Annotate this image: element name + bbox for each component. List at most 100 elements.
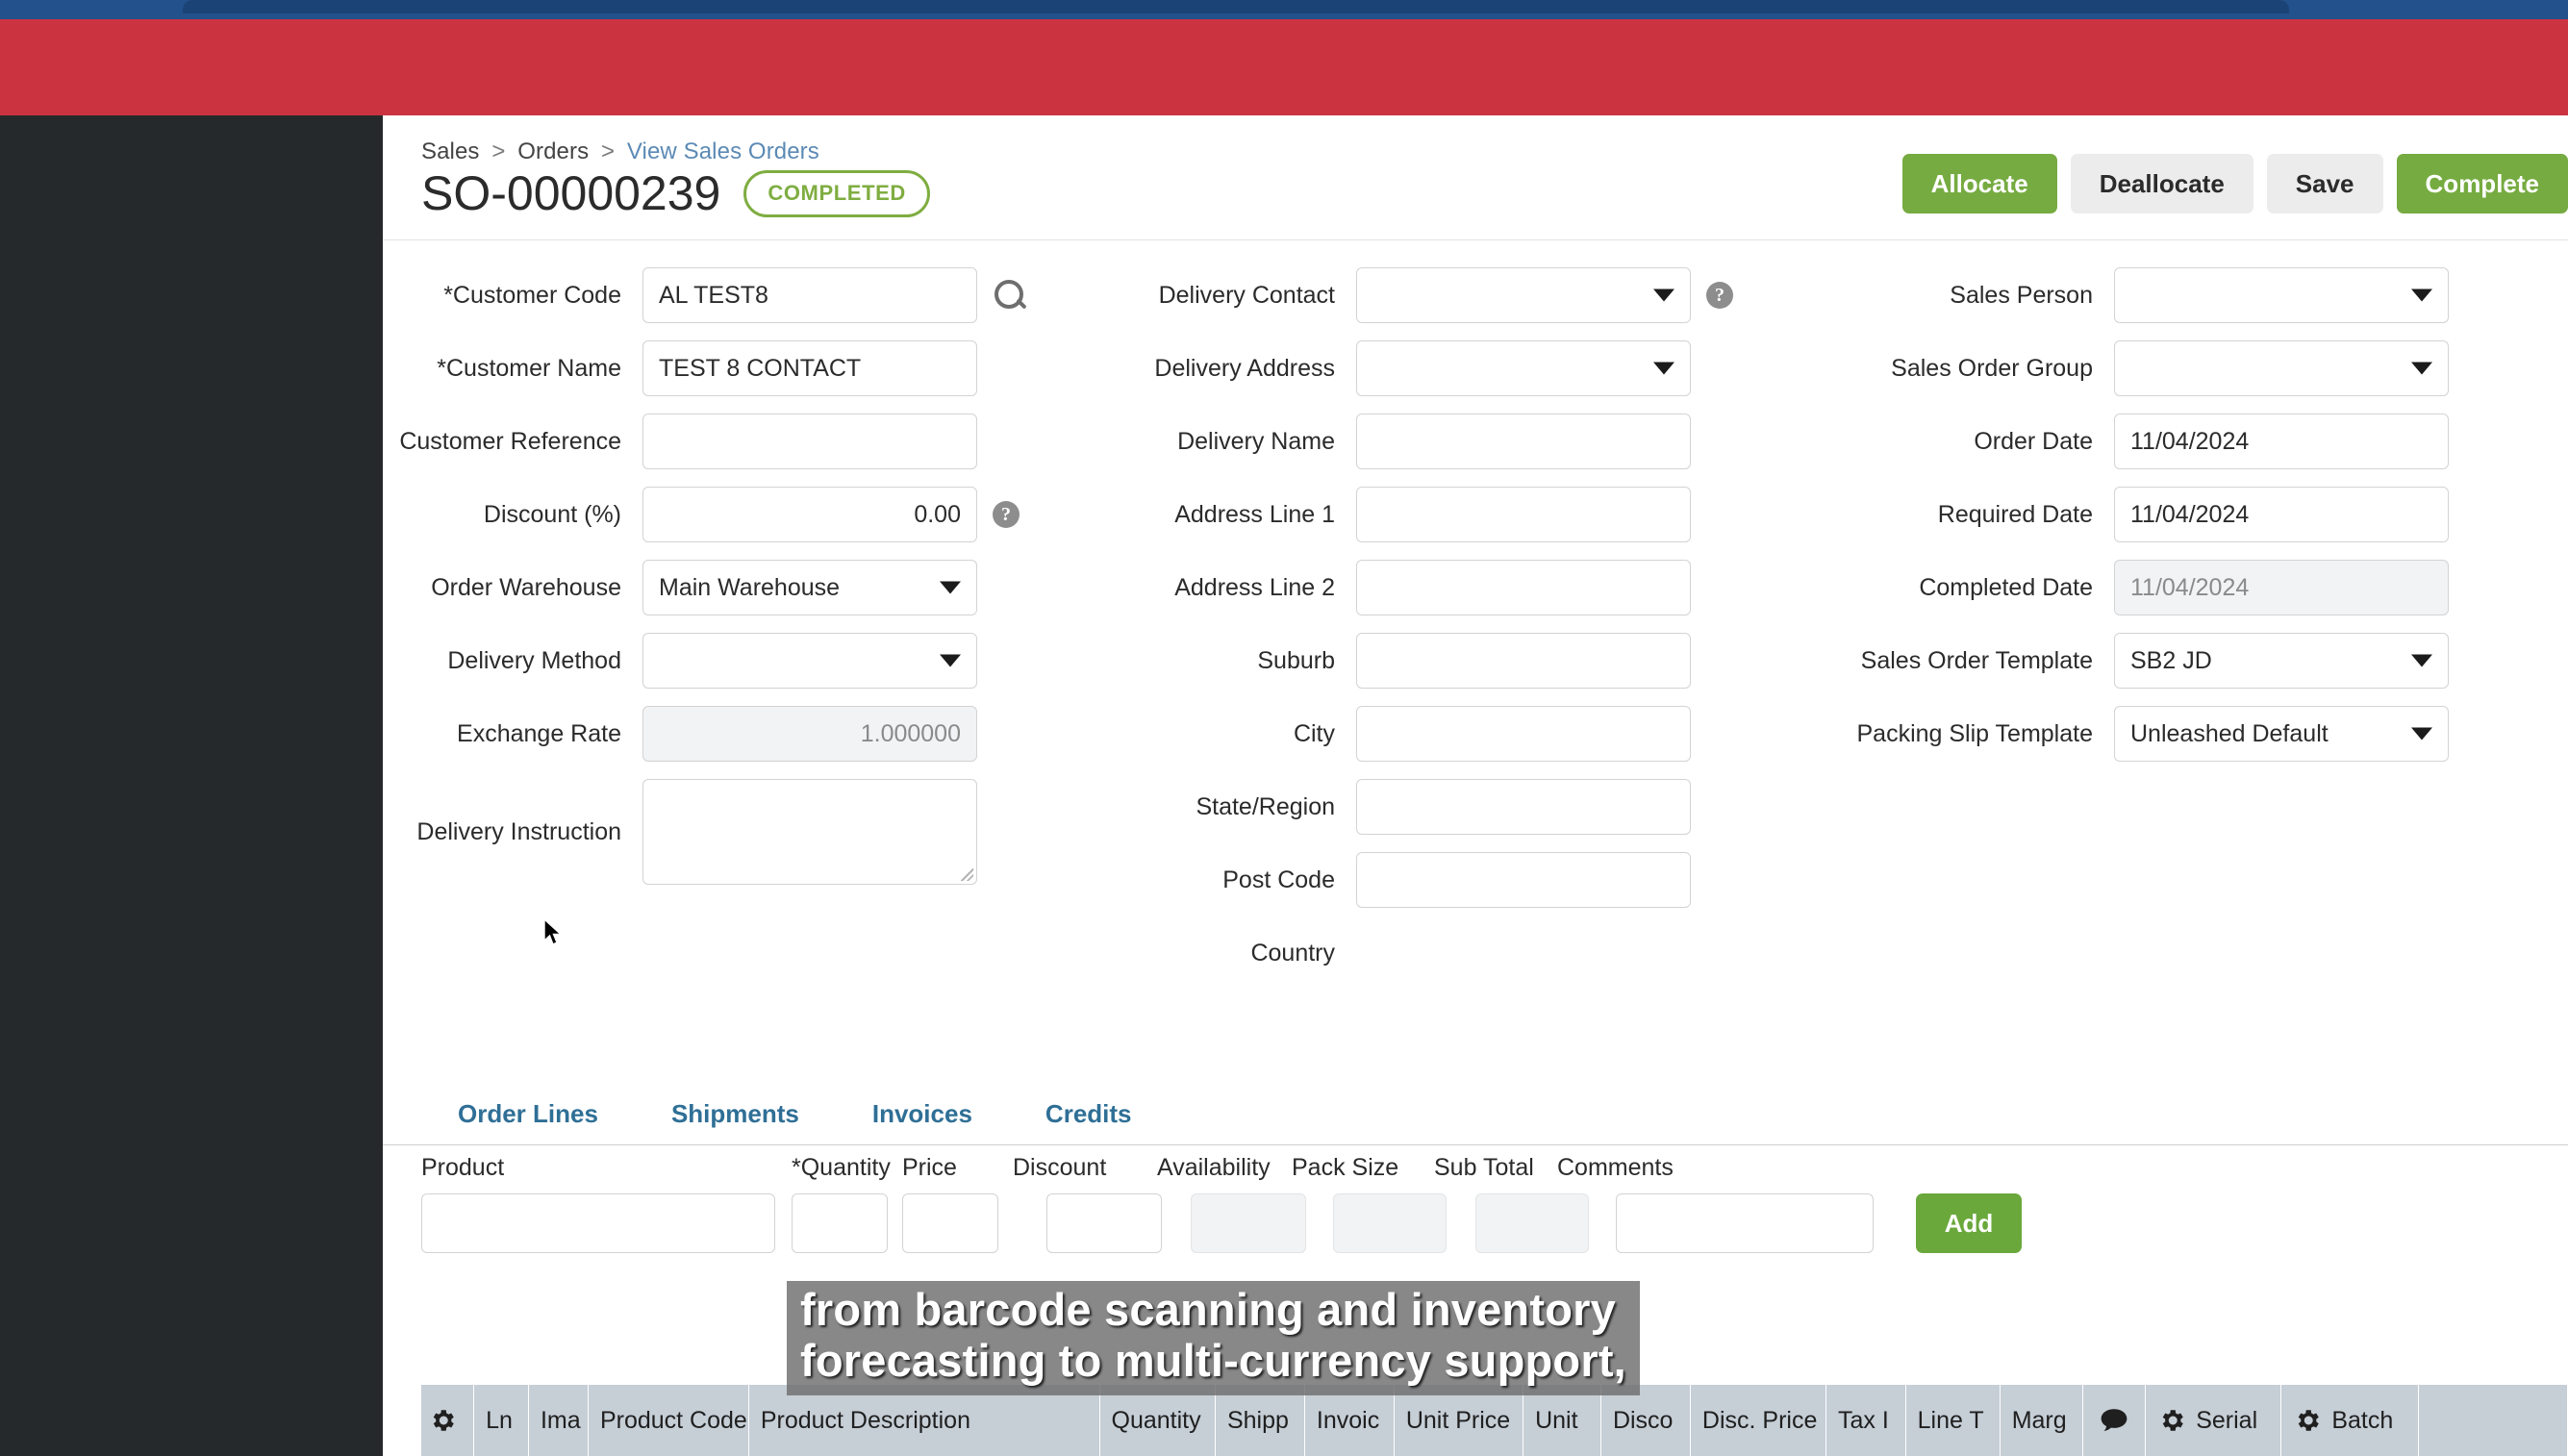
grid-col-serial[interactable]: Serial bbox=[2146, 1385, 2282, 1456]
chevron-down-icon[interactable] bbox=[2411, 362, 2432, 375]
entry-value-availability bbox=[1191, 1193, 1306, 1253]
grid-col-line-total[interactable]: Line T bbox=[1906, 1385, 2001, 1456]
breadcrumb-item-sales[interactable]: Sales bbox=[421, 138, 480, 164]
field-delivery-name: Delivery Name bbox=[1095, 414, 1749, 469]
allocate-button[interactable]: Allocate bbox=[1901, 154, 2057, 213]
select-packing-slip-template[interactable]: Unleashed Default bbox=[2114, 706, 2449, 762]
title-row: SO-00000239 COMPLETED bbox=[421, 169, 930, 217]
page-header: Sales > Orders > View Sales Orders SO-00… bbox=[383, 115, 2568, 240]
complete-button[interactable]: Complete bbox=[2396, 154, 2568, 213]
search-icon[interactable] bbox=[993, 278, 1027, 313]
label-completed-date: Completed Date bbox=[1919, 573, 2093, 601]
input-customer-code[interactable]: AL TEST8 bbox=[642, 267, 977, 323]
customer-code-search[interactable] bbox=[993, 278, 1027, 313]
help-icon[interactable]: ? bbox=[993, 501, 1020, 528]
breadcrumb-separator: > bbox=[600, 138, 616, 164]
entry-value-pack-size bbox=[1333, 1193, 1447, 1253]
deallocate-button[interactable]: Deallocate bbox=[2070, 154, 2253, 213]
input-address-line-2[interactable] bbox=[1356, 560, 1691, 615]
entry-input-price[interactable] bbox=[902, 1193, 998, 1253]
grid-col-disc-price[interactable]: Disc. Price bbox=[1691, 1385, 1826, 1456]
chevron-down-icon[interactable] bbox=[1653, 289, 1674, 302]
select-sales-person[interactable] bbox=[2114, 267, 2449, 323]
input-state-region[interactable] bbox=[1356, 779, 1691, 835]
entry-input-discount[interactable] bbox=[1046, 1193, 1162, 1253]
breadcrumb-item-view-sales-orders[interactable]: View Sales Orders bbox=[627, 138, 819, 164]
field-order-warehouse: Order Warehouse Main Warehouse bbox=[383, 560, 1037, 615]
comment-icon[interactable] bbox=[2099, 1408, 2129, 1433]
gear-icon[interactable] bbox=[428, 1406, 457, 1435]
select-delivery-contact[interactable] bbox=[1356, 267, 1691, 323]
label-post-code: Post Code bbox=[1222, 866, 1335, 893]
field-discount-percent: Discount (%) 0.00 ? bbox=[383, 487, 1037, 542]
add-line-button[interactable]: Add bbox=[1916, 1193, 2022, 1253]
select-order-warehouse-value: Main Warehouse bbox=[659, 573, 841, 601]
label-suburb: Suburb bbox=[1257, 646, 1335, 674]
field-address-line-1: Address Line 1 bbox=[1095, 487, 1749, 542]
field-post-code: Post Code bbox=[1095, 852, 1749, 908]
input-delivery-instruction[interactable] bbox=[642, 779, 977, 885]
tab-order-lines[interactable]: Order Lines bbox=[421, 1087, 635, 1141]
chevron-down-icon[interactable] bbox=[1653, 362, 1674, 375]
grid-col-batch[interactable]: Batch bbox=[2281, 1385, 2420, 1456]
chevron-down-icon[interactable] bbox=[2411, 289, 2432, 302]
entry-input-quantity[interactable] bbox=[792, 1193, 888, 1253]
input-city[interactable] bbox=[1356, 706, 1691, 762]
gear-icon[interactable] bbox=[2293, 1406, 2322, 1435]
label-country: Country bbox=[1250, 939, 1335, 966]
field-order-date: Order Date 11/04/2024 bbox=[1825, 414, 2537, 469]
label-customer-name: *Customer Name bbox=[437, 354, 621, 382]
grid-col-ln[interactable]: Ln bbox=[474, 1385, 529, 1456]
input-customer-name[interactable]: TEST 8 CONTACT bbox=[642, 340, 977, 396]
grid-col-comment[interactable] bbox=[2083, 1385, 2147, 1456]
help-icon[interactable]: ? bbox=[1706, 282, 1733, 309]
breadcrumb-item-orders[interactable]: Orders bbox=[517, 138, 589, 164]
select-delivery-method[interactable] bbox=[642, 633, 977, 689]
entry-row-headers: Product *Quantity Price Discount Availab… bbox=[383, 1154, 2568, 1182]
entry-input-comments[interactable] bbox=[1616, 1193, 1874, 1253]
input-country[interactable] bbox=[1356, 925, 1691, 981]
chevron-down-icon[interactable] bbox=[940, 654, 961, 667]
video-caption-overlay: from barcode scanning and inventory fore… bbox=[787, 1281, 1640, 1396]
entry-header-price: Price bbox=[902, 1154, 957, 1181]
input-address-line-1[interactable] bbox=[1356, 487, 1691, 542]
tab-credits[interactable]: Credits bbox=[1009, 1087, 1169, 1141]
select-sales-order-group[interactable] bbox=[2114, 340, 2449, 396]
field-suburb: Suburb bbox=[1095, 633, 1749, 689]
label-order-date: Order Date bbox=[1974, 427, 2093, 455]
tab-invoices[interactable]: Invoices bbox=[836, 1087, 1009, 1141]
select-sales-order-template[interactable]: SB2 JD bbox=[2114, 633, 2449, 689]
field-sales-person: Sales Person bbox=[1825, 267, 2537, 323]
left-nav-sidebar[interactable] bbox=[0, 115, 383, 1456]
grid-col-image[interactable]: Ima bbox=[529, 1385, 589, 1456]
input-suburb[interactable] bbox=[1356, 633, 1691, 689]
tab-shipments[interactable]: Shipments bbox=[635, 1087, 836, 1141]
chevron-down-icon[interactable] bbox=[2411, 654, 2432, 667]
input-post-code[interactable] bbox=[1356, 852, 1691, 908]
chevron-down-icon[interactable] bbox=[940, 581, 961, 594]
label-state-region: State/Region bbox=[1196, 792, 1335, 820]
chevron-down-icon[interactable] bbox=[2411, 727, 2432, 741]
grid-col-settings[interactable] bbox=[421, 1385, 475, 1456]
grid-col-margin[interactable]: Marg bbox=[2001, 1385, 2083, 1456]
browser-tab[interactable] bbox=[183, 0, 2289, 13]
field-required-date: Required Date 11/04/2024 bbox=[1825, 487, 2537, 542]
select-delivery-address[interactable] bbox=[1356, 340, 1691, 396]
discount-help[interactable]: ? bbox=[993, 501, 1020, 528]
save-button[interactable]: Save bbox=[2266, 154, 2383, 213]
label-sales-order-template: Sales Order Template bbox=[1860, 646, 2093, 674]
select-packing-slip-template-value: Unleashed Default bbox=[2130, 719, 2329, 747]
input-delivery-name[interactable] bbox=[1356, 414, 1691, 469]
breadcrumb-separator: > bbox=[491, 138, 506, 164]
input-required-date[interactable]: 11/04/2024 bbox=[2114, 487, 2449, 542]
input-discount-percent[interactable]: 0.00 bbox=[642, 487, 977, 542]
grid-col-product-code[interactable]: Product Code bbox=[589, 1385, 749, 1456]
input-order-date[interactable]: 11/04/2024 bbox=[2114, 414, 2449, 469]
field-completed-date: Completed Date 11/04/2024 bbox=[1825, 560, 2537, 615]
input-customer-reference[interactable] bbox=[642, 414, 977, 469]
select-order-warehouse[interactable]: Main Warehouse bbox=[642, 560, 977, 615]
gear-icon[interactable] bbox=[2157, 1406, 2186, 1435]
delivery-contact-help[interactable]: ? bbox=[1706, 282, 1733, 309]
entry-input-product[interactable] bbox=[421, 1193, 775, 1253]
grid-col-tax-included[interactable]: Tax I bbox=[1826, 1385, 1906, 1456]
